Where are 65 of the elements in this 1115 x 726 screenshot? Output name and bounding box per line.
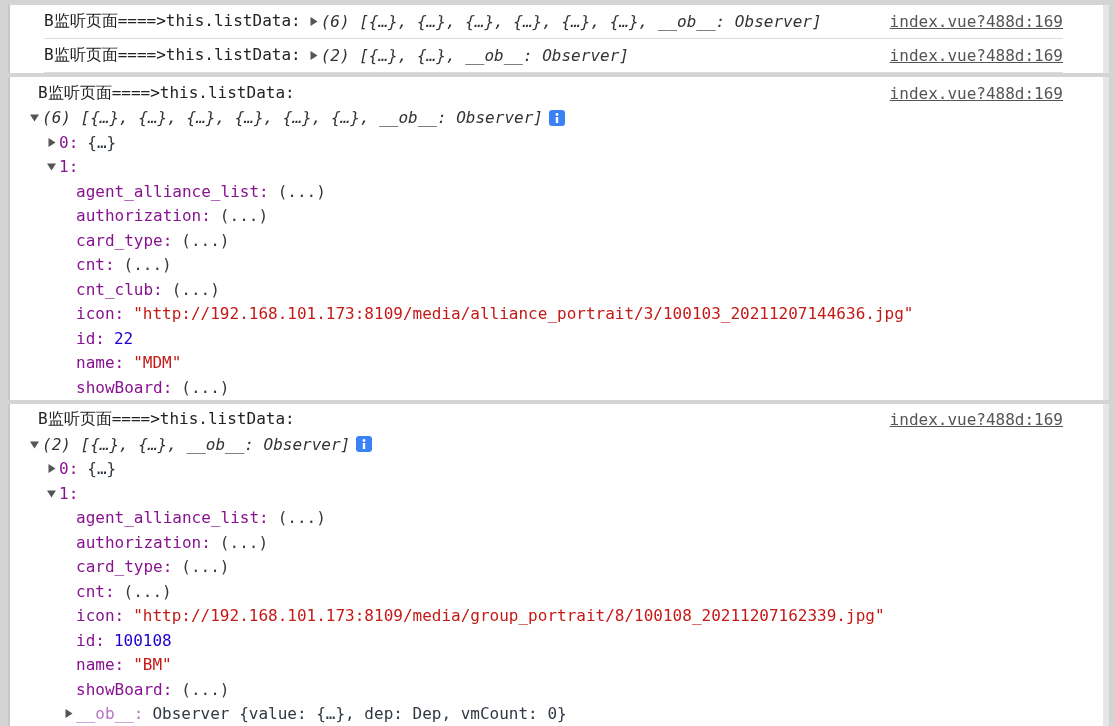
collapsed-caret-icon[interactable]: [308, 51, 318, 60]
property-value: 100108: [113, 630, 172, 650]
property-key: authorization:: [76, 532, 211, 552]
property-key: showBoard:: [76, 377, 173, 397]
property-value: (...): [181, 230, 230, 250]
log-label: B监听页面====>this.listData:: [38, 82, 295, 104]
property-key: id:: [76, 328, 105, 348]
log-label: B监听页面====>this.listData:: [38, 409, 295, 431]
property-key: __ob__:: [76, 704, 144, 724]
property-value: {…}: [87, 132, 117, 152]
property-key: id:: [76, 630, 105, 650]
source-link[interactable]: index.vue?488d:169: [889, 410, 1063, 430]
expanded-caret-icon[interactable]: [30, 113, 39, 123]
log-label: B监听页面====>this.listData:: [44, 11, 301, 32]
info-icon[interactable]: [356, 436, 373, 453]
property-value: (...): [277, 508, 326, 528]
property-key: card_type:: [76, 557, 173, 577]
property-value: (...): [219, 206, 269, 226]
expanded-caret-icon[interactable]: [30, 439, 39, 449]
property-value: (...): [123, 255, 172, 275]
source-link[interactable]: index.vue?488d:169: [889, 12, 1063, 31]
property-value: "http://192.168.101.173:8109/media/group_portrait/8/100108_20211207162339.jpg": [133, 606, 885, 626]
property-key: 0:: [59, 459, 79, 479]
array-summary[interactable]: (2) [{…}, {…}, __ob__: Observer]: [320, 46, 629, 65]
property-value: (...): [181, 377, 230, 397]
array-summary[interactable]: (2) [{…}, {…}, __ob__: Observer]: [42, 434, 351, 454]
property-key: name:: [76, 655, 125, 675]
property-value: "MDM": [133, 353, 182, 373]
property-key: agent_alliance_list:: [76, 508, 269, 528]
property-key: name:: [76, 353, 125, 373]
property-key: cnt_club:: [76, 279, 163, 299]
log-label: B监听页面====>this.listData:: [44, 45, 301, 66]
property-value: "http://192.168.101.173:8109/media/alliance_portrait/3/100103_20211207144636.jpg": [133, 304, 914, 324]
property-key: agent_alliance_list:: [76, 181, 269, 201]
collapsed-caret-icon[interactable]: [47, 137, 56, 147]
property-value: (...): [181, 557, 230, 577]
expanded-caret-icon[interactable]: [47, 162, 56, 172]
collapsed-caret-icon[interactable]: [47, 464, 56, 474]
source-link[interactable]: index.vue?488d:169: [889, 83, 1063, 103]
array-summary[interactable]: (6) [{…}, {…}, {…}, {…}, {…}, {…}, __ob__: Observer]: [42, 108, 543, 128]
property-key: showBoard:: [76, 679, 173, 699]
property-key: icon:: [76, 606, 125, 626]
property-value: (...): [219, 532, 269, 552]
source-link[interactable]: index.vue?488d:169: [889, 46, 1063, 65]
property-value: (...): [277, 181, 326, 201]
collapsed-caret-icon[interactable]: [64, 709, 73, 719]
property-value: "BM": [133, 655, 172, 675]
property-key: cnt:: [76, 581, 115, 601]
property-key: authorization:: [76, 206, 211, 226]
property-key: cnt:: [76, 255, 115, 275]
collapsed-caret-icon[interactable]: [308, 17, 318, 26]
property-value: (...): [181, 679, 230, 699]
property-key: card_type:: [76, 230, 173, 250]
property-value: (...): [171, 279, 220, 299]
property-value: {…}: [87, 459, 117, 479]
property-key: 1:: [59, 483, 79, 503]
expanded-caret-icon[interactable]: [47, 488, 56, 498]
property-value: (...): [123, 581, 172, 601]
property-key: 1:: [59, 157, 79, 177]
info-icon[interactable]: [548, 109, 565, 126]
property-key: icon:: [76, 304, 125, 324]
property-value: 22: [113, 328, 134, 348]
property-key: 0:: [59, 132, 79, 152]
array-summary[interactable]: (6) [{…}, {…}, {…}, {…}, {…}, {…}, __ob__: Observer]: [320, 12, 822, 31]
property-value: Observer {value: {…}, dep: Dep, vmCount: 0}: [152, 704, 567, 724]
